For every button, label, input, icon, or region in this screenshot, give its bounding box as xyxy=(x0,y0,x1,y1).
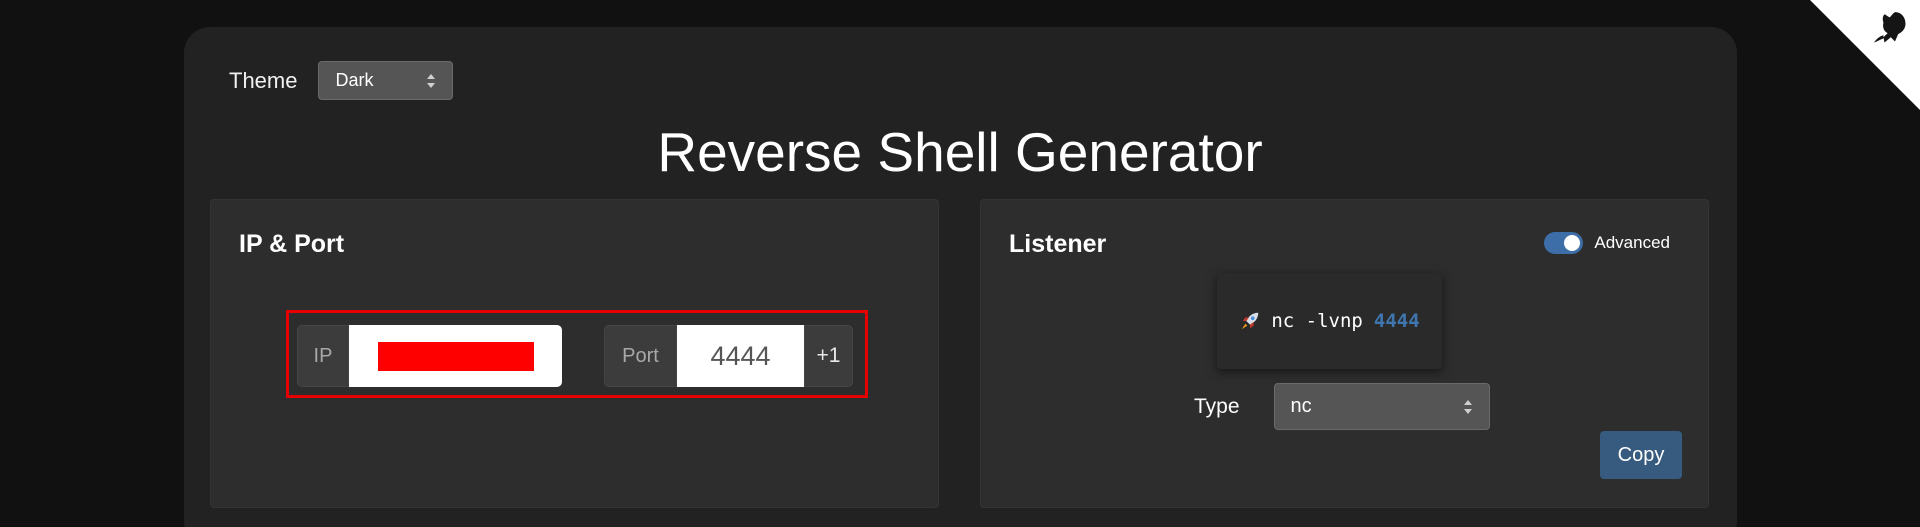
rocket-icon xyxy=(1242,312,1259,330)
type-row: Type nc xyxy=(1194,383,1490,430)
ip-port-title: IP & Port xyxy=(239,230,345,258)
theme-select[interactable]: Dark xyxy=(318,61,454,100)
port-input[interactable]: 4444 xyxy=(677,325,804,387)
listener-command[interactable]: nc -lvnp 4444 xyxy=(1217,273,1442,369)
command-text: nc -lvnp xyxy=(1271,310,1363,332)
port-addon: Port xyxy=(604,325,677,387)
ip-input-group: IP xyxy=(297,325,562,387)
type-label: Type xyxy=(1194,394,1240,418)
type-select[interactable]: nc xyxy=(1273,383,1490,430)
listener-title: Listener xyxy=(1009,230,1107,258)
ip-redaction xyxy=(377,341,534,371)
advanced-label: Advanced xyxy=(1594,233,1670,252)
github-corner-icon[interactable] xyxy=(1810,0,1920,110)
select-arrows-icon xyxy=(427,73,436,88)
ip-input[interactable] xyxy=(349,325,562,387)
theme-row: Theme Dark xyxy=(229,61,454,100)
ip-port-panel: IP & Port IP Port 4444 +1 xyxy=(210,199,939,508)
advanced-toggle-row: Advanced xyxy=(1544,232,1670,254)
port-input-group: Port 4444 +1 xyxy=(604,325,853,387)
command-port: 4444 xyxy=(1373,310,1420,332)
copy-button[interactable]: Copy xyxy=(1600,431,1682,479)
ip-addon: IP xyxy=(297,325,349,387)
page: Theme Dark Reverse Shell Generator IP & … xyxy=(0,0,1920,527)
select-arrows-icon xyxy=(1463,399,1472,414)
advanced-toggle[interactable] xyxy=(1544,232,1584,254)
toggle-knob xyxy=(1564,235,1581,251)
type-select-value: nc xyxy=(1290,395,1312,417)
theme-label: Theme xyxy=(229,67,298,93)
page-title: Reverse Shell Generator xyxy=(657,121,1263,183)
theme-select-value: Dark xyxy=(335,70,374,90)
port-increment-button[interactable]: +1 xyxy=(804,325,853,387)
listener-panel: Listener Advanced nc -lvnp 4444 Type nc xyxy=(980,199,1709,508)
